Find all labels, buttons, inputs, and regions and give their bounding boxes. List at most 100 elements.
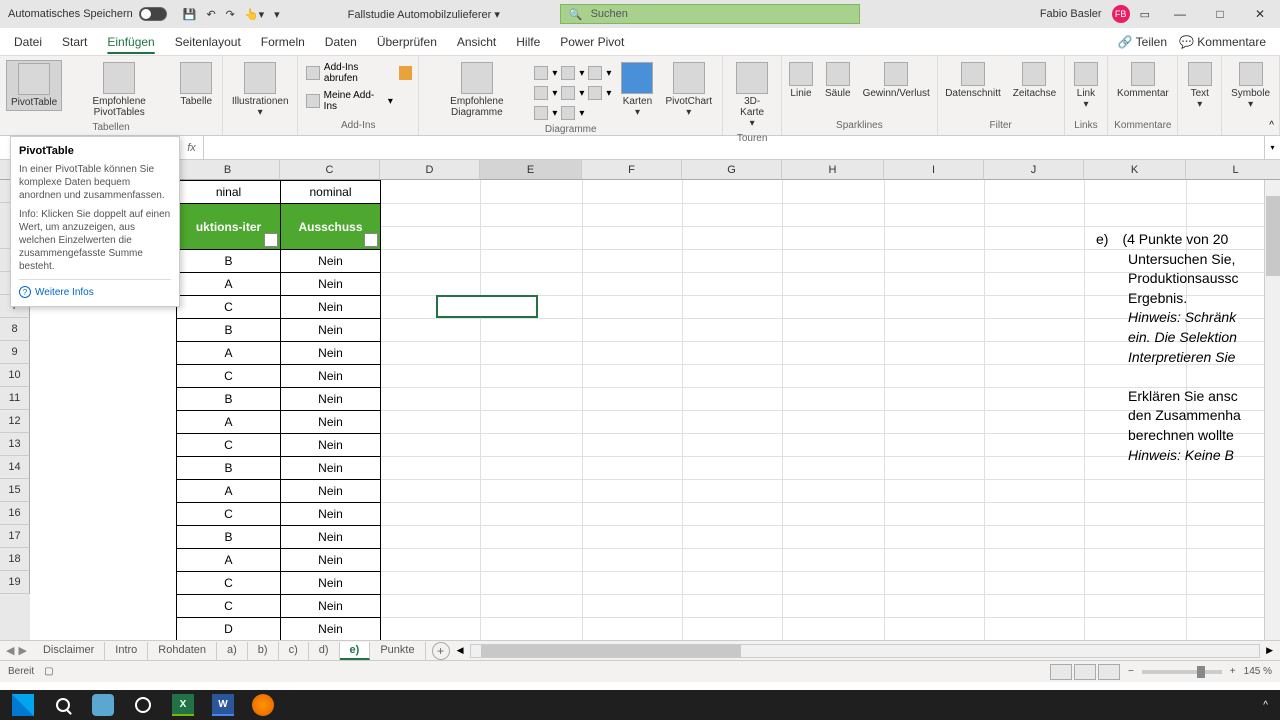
sheet-tab[interactable]: c) — [279, 642, 309, 660]
row-header[interactable]: 17 — [0, 525, 30, 548]
start-button[interactable] — [4, 691, 42, 719]
sheet-tab[interactable]: a) — [217, 642, 248, 660]
get-addins-button[interactable]: Add-Ins abrufen — [304, 60, 395, 86]
table-row[interactable]: BNein — [177, 388, 381, 411]
sparkline-winloss-button[interactable]: Gewinn/Verlust — [859, 60, 934, 101]
row-header[interactable]: 18 — [0, 548, 30, 571]
redo-icon[interactable]: ↷ — [226, 8, 235, 21]
table-row[interactable]: ANein — [177, 273, 381, 296]
column-header[interactable]: E — [480, 160, 582, 180]
table-row[interactable]: BNein — [177, 457, 381, 480]
column-header[interactable]: B — [176, 160, 280, 180]
undo-icon[interactable]: ↶ — [206, 8, 215, 21]
menu-tab-überprüfen[interactable]: Überprüfen — [367, 31, 447, 53]
vertical-scrollbar[interactable] — [1264, 180, 1280, 640]
recommended-pivot-button[interactable]: Empfohlene PivotTables — [66, 60, 172, 120]
timeline-button[interactable]: Zeitachse — [1009, 60, 1060, 101]
row-header[interactable]: 19 — [0, 571, 30, 594]
touch-mode-icon[interactable]: 👆▾ — [245, 8, 264, 21]
qat-customize-icon[interactable]: ▾ — [274, 8, 280, 21]
table-row[interactable]: CNein — [177, 503, 381, 526]
table-row[interactable]: CNein — [177, 572, 381, 595]
sheet-tab[interactable]: b) — [248, 642, 279, 660]
table-header-produktionsleiter[interactable]: uktions-iter▾ — [177, 204, 281, 250]
cells-area[interactable]: ninal nominal uktions-iter▾ Ausschuss▾ B… — [30, 180, 1280, 640]
system-tray[interactable]: ^ — [1263, 700, 1276, 711]
autosave-toggle[interactable]: Automatisches Speichern — [0, 7, 175, 21]
sparkline-line-button[interactable]: Linie — [785, 60, 817, 101]
menu-tab-formeln[interactable]: Formeln — [251, 31, 315, 53]
pivottable-button[interactable]: PivotTable — [6, 60, 62, 111]
ribbon-mode-icon[interactable]: ▭ — [1140, 8, 1150, 21]
close-button[interactable]: ✕ — [1240, 0, 1280, 28]
search-box[interactable]: 🔍 Suchen — [560, 4, 860, 24]
table-row[interactable]: CNein — [177, 595, 381, 618]
table-row[interactable]: ANein — [177, 342, 381, 365]
table-row[interactable]: BNein — [177, 526, 381, 549]
taskbar-search-button[interactable] — [44, 691, 82, 719]
table-row[interactable]: CNein — [177, 365, 381, 388]
addin-icon[interactable] — [399, 66, 412, 80]
column-header[interactable]: F — [582, 160, 682, 180]
sheet-tab[interactable]: Intro — [105, 642, 148, 660]
collapse-ribbon-icon[interactable]: ^ — [1269, 120, 1274, 131]
sheet-tab[interactable]: e) — [340, 642, 371, 660]
pivotchart-button[interactable]: PivotChart▾ — [661, 60, 716, 120]
sheet-tab[interactable]: Punkte — [370, 642, 425, 660]
table-row[interactable]: CNein — [177, 296, 381, 319]
column-header[interactable]: H — [782, 160, 884, 180]
column-header[interactable]: G — [682, 160, 782, 180]
table-row[interactable]: ANein — [177, 549, 381, 572]
column-header[interactable]: I — [884, 160, 984, 180]
row-header[interactable]: 9 — [0, 341, 30, 364]
link-button[interactable]: Link▾ — [1070, 60, 1102, 112]
menu-tab-daten[interactable]: Daten — [315, 31, 367, 53]
zoom-in-button[interactable]: + — [1230, 666, 1236, 677]
table-header-ausschuss[interactable]: Ausschuss▾ — [281, 204, 381, 250]
column-header[interactable]: L — [1186, 160, 1280, 180]
table-row[interactable]: BNein — [177, 319, 381, 342]
slicer-button[interactable]: Datenschnitt — [941, 60, 1005, 101]
column-header[interactable]: K — [1084, 160, 1186, 180]
table-row[interactable]: ANein — [177, 411, 381, 434]
zoom-level[interactable]: 145 % — [1244, 666, 1272, 677]
user-info[interactable]: Fabio Basler FB ▭ — [1030, 5, 1160, 23]
menu-tab-start[interactable]: Start — [52, 31, 97, 53]
page-layout-view-button[interactable] — [1074, 664, 1096, 680]
comments-button[interactable]: 💬 Kommentare — [1179, 35, 1266, 49]
column-header[interactable]: D — [380, 160, 480, 180]
row-header[interactable]: 10 — [0, 364, 30, 387]
cortana-button[interactable] — [84, 691, 122, 719]
scale-cell[interactable]: nominal — [281, 181, 381, 204]
excel-taskbar-icon[interactable]: X — [164, 691, 202, 719]
text-button[interactable]: Text▾ — [1184, 60, 1216, 112]
row-header[interactable]: 13 — [0, 433, 30, 456]
tooltip-more-link[interactable]: ?Weitere Infos — [19, 279, 171, 298]
row-header[interactable]: 12 — [0, 410, 30, 433]
menu-tab-datei[interactable]: Datei — [4, 31, 52, 53]
table-row[interactable]: DNein — [177, 618, 381, 641]
table-row[interactable]: CNein — [177, 434, 381, 457]
maximize-button[interactable]: □ — [1200, 0, 1240, 28]
row-header[interactable]: 14 — [0, 456, 30, 479]
chart-type-icon[interactable]: ▾ ▾ ▾ — [532, 84, 613, 102]
my-addins-button[interactable]: Meine Add-Ins ▾ — [304, 88, 395, 114]
illustrations-button[interactable]: Illustrationen▾ — [228, 60, 293, 120]
table-button[interactable]: Tabelle — [176, 60, 216, 109]
fx-icon[interactable]: fx — [180, 136, 204, 159]
menu-tab-hilfe[interactable]: Hilfe — [506, 31, 550, 53]
share-button[interactable]: 🔗 Teilen — [1118, 35, 1167, 49]
recommended-charts-button[interactable]: Empfohlene Diagramme — [425, 60, 528, 120]
add-sheet-button[interactable]: + — [432, 642, 450, 660]
scale-cell[interactable]: ninal — [177, 181, 281, 204]
row-header[interactable]: 8 — [0, 318, 30, 341]
sheet-tab[interactable]: Disclaimer — [33, 642, 105, 660]
horizontal-scrollbar[interactable]: ◀▶ — [470, 644, 1260, 658]
minimize-button[interactable]: — — [1160, 0, 1200, 28]
sparkline-column-button[interactable]: Säule — [821, 60, 855, 101]
sheet-nav[interactable]: ◀▶ — [0, 644, 33, 657]
zoom-out-button[interactable]: − — [1128, 666, 1134, 677]
column-header[interactable]: J — [984, 160, 1084, 180]
menu-tab-einfügen[interactable]: Einfügen — [97, 31, 164, 53]
document-title[interactable]: Fallstudie Automobilzulieferer ▾ — [288, 8, 560, 21]
